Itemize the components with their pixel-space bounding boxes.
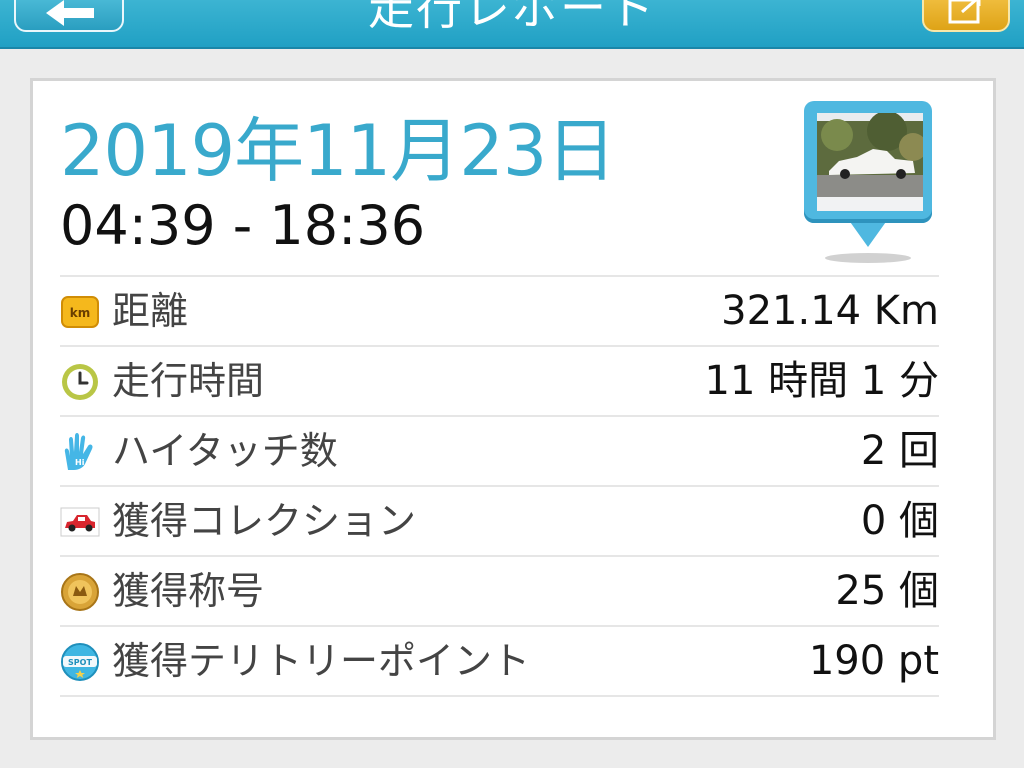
car-photo-thumbnail[interactable] xyxy=(817,113,923,211)
stat-label: 走行時間 xyxy=(112,359,265,403)
page-title: 走行レポート xyxy=(368,0,656,35)
stat-label: 獲得コレクション xyxy=(112,499,417,543)
stat-value: 0 個 xyxy=(860,498,939,544)
share-icon xyxy=(948,0,981,24)
spot-badge-icon: SPOT xyxy=(61,643,99,681)
km-badge-icon: km xyxy=(61,296,99,328)
stat-label: 獲得称号 xyxy=(112,569,265,613)
stat-row-distance: km 距離 321.14 Km xyxy=(60,275,939,345)
stat-row-collection: 獲得コレクション 0 個 xyxy=(60,485,939,555)
stat-label: 距離 xyxy=(112,289,189,333)
photo-map-marker[interactable] xyxy=(801,101,935,271)
clock-icon xyxy=(62,364,98,400)
red-car-icon xyxy=(60,507,100,537)
svg-text:Hi: Hi xyxy=(75,458,85,467)
app-header: 走行レポート xyxy=(0,0,1024,49)
stat-label: ハイタッチ数 xyxy=(112,429,338,473)
gold-medal-icon xyxy=(61,573,99,611)
stat-value: 190 pt xyxy=(808,638,939,684)
report-card: 2019年11月23日 04:39 - 18:36 km 距離 321.14 K… xyxy=(30,78,996,740)
report-time-range: 04:39 - 18:36 xyxy=(60,194,426,257)
marker-frame xyxy=(804,101,932,223)
marker-shadow xyxy=(825,253,911,263)
stat-row-titles: 獲得称号 25 個 xyxy=(60,555,939,625)
stat-value: 25 個 xyxy=(835,568,939,614)
stat-label: 獲得テリトリーポイント xyxy=(112,639,531,683)
stat-row-drive-time: 走行時間 11 時間 1 分 xyxy=(60,345,939,415)
stat-value: 11 時間 1 分 xyxy=(704,358,940,404)
share-button[interactable] xyxy=(922,0,1010,32)
stat-value: 2 回 xyxy=(860,428,939,474)
high-five-hand-icon: Hi xyxy=(64,433,93,470)
report-date: 2019年11月23日 xyxy=(60,110,616,192)
svg-text:km: km xyxy=(70,306,90,320)
stat-row-high-five: Hi ハイタッチ数 2 回 xyxy=(60,415,939,485)
stats-list: km 距離 321.14 Km 走行時間 11 時間 1 分 Hi ハイタッチ数… xyxy=(60,275,939,697)
marker-tip xyxy=(848,219,888,247)
svg-text:SPOT: SPOT xyxy=(68,658,92,667)
stat-value: 321.14 Km xyxy=(721,288,939,334)
stat-row-territory-points: SPOT 獲得テリトリーポイント 190 pt xyxy=(60,625,939,697)
